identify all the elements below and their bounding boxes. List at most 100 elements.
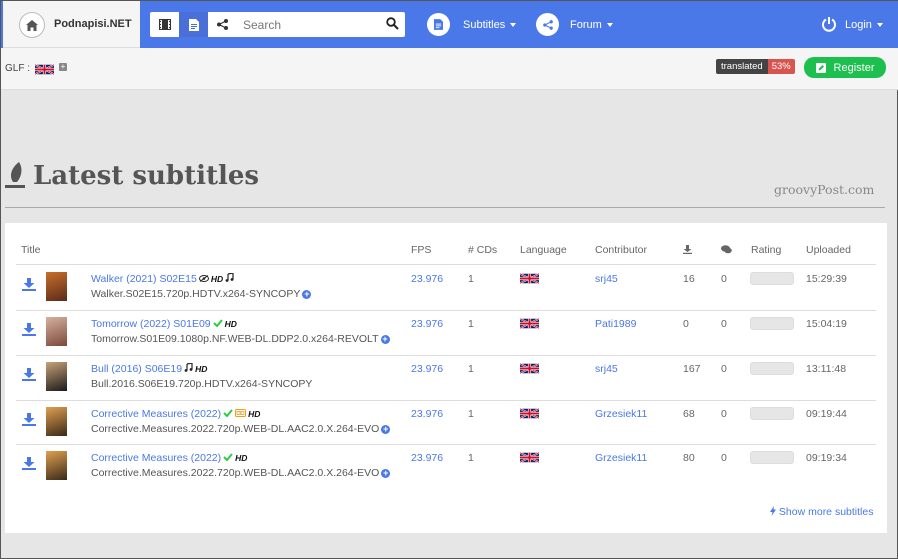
brand-name[interactable]: Podnapisi.NET (54, 18, 132, 30)
closed-captions-icon (235, 408, 247, 420)
download-icon[interactable] (22, 413, 36, 431)
poster-thumbnail[interactable] (46, 451, 67, 480)
column-downloads[interactable] (683, 245, 692, 257)
subtitle-title-link[interactable]: Bull (2016) S06E19 (91, 363, 182, 375)
uploaded-time: 09:19:34 (806, 452, 847, 464)
fps-value[interactable]: 23.976 (411, 273, 443, 285)
uploaded-time: 15:29:39 (806, 273, 847, 285)
comments-count: 0 (721, 408, 727, 420)
add-language-icon[interactable]: + (59, 63, 67, 71)
hd-icon: HD (248, 409, 261, 420)
glf-label: GLF : (5, 63, 31, 74)
column-rating[interactable]: Rating (751, 244, 781, 256)
cds-value: 1 (468, 318, 474, 330)
chevron-down-icon (606, 23, 613, 28)
check-icon (212, 318, 223, 330)
row-divider (16, 400, 876, 401)
login-menu[interactable]: Login (845, 19, 883, 31)
uk-flag-icon[interactable] (519, 407, 540, 422)
uploaded-time: 09:19:44 (806, 408, 847, 420)
forum-menu[interactable]: Forum (570, 19, 613, 31)
search-input[interactable] (243, 13, 403, 36)
uk-flag-icon[interactable] (519, 362, 540, 377)
rating-bar[interactable] (750, 451, 794, 464)
uk-flag-icon[interactable] (519, 272, 540, 287)
expand-icon[interactable]: + (380, 334, 390, 344)
fps-value[interactable]: 23.976 (411, 408, 443, 420)
show-more-link[interactable]: Show more subtitles (770, 506, 873, 518)
search-icon[interactable] (386, 17, 399, 35)
navbar: Podnapisi.NET Subtitles Forum Login (1, 1, 898, 48)
subtitle-title-link[interactable]: Tomorrow (2022) S01E09 (91, 318, 211, 330)
contributor-link[interactable]: Pati1989 (595, 318, 636, 330)
download-icon[interactable] (22, 323, 36, 341)
home-icon[interactable] (19, 12, 45, 38)
brand[interactable]: Podnapisi.NET (3, 1, 140, 48)
rating-bar[interactable] (750, 272, 794, 285)
column-cds[interactable]: # CDs (468, 244, 497, 256)
subtitle-title-link[interactable]: Walker (2021) S02E15 (91, 273, 197, 285)
cds-value: 1 (468, 363, 474, 375)
register-button[interactable]: Register (804, 57, 886, 78)
uk-flag-icon[interactable] (519, 317, 540, 332)
translated-label: translated (716, 59, 768, 74)
row-divider (16, 355, 876, 356)
search-group (150, 12, 405, 37)
row-divider (16, 310, 876, 311)
downloads-count: 167 (683, 363, 701, 375)
rating-bar[interactable] (750, 407, 794, 420)
check-icon (223, 452, 233, 464)
forum-menu-icon[interactable] (536, 13, 559, 36)
share-filter-button[interactable] (208, 12, 237, 37)
column-language[interactable]: Language (520, 244, 567, 256)
column-fps[interactable]: FPS (411, 244, 431, 256)
fps-value[interactable]: 23.976 (411, 318, 443, 330)
expand-icon[interactable]: + (381, 468, 391, 478)
movie-filter-button[interactable] (150, 12, 179, 37)
poster-thumbnail[interactable] (46, 317, 67, 346)
subtitle-title-link[interactable]: Corrective Measures (2022) (91, 452, 221, 464)
column-comments[interactable] (721, 245, 732, 257)
expand-icon[interactable]: + (302, 289, 312, 299)
download-icon[interactable] (22, 457, 36, 475)
column-uploaded[interactable]: Uploaded (806, 244, 851, 256)
login-menu-label: Login (845, 19, 872, 31)
downloads-count: 0 (683, 318, 689, 330)
page-title: Latest subtitles (33, 161, 260, 191)
chevron-down-icon (876, 23, 883, 28)
uk-flag-icon[interactable] (34, 62, 55, 80)
rating-bar[interactable] (750, 317, 794, 330)
contributor-link[interactable]: Grzesiek11 (595, 452, 647, 464)
release-name: Bull.2016.S06E19.720p.HDTV.x264-SYNCOPY (91, 378, 313, 390)
contributor-link[interactable]: Grzesiek11 (595, 408, 647, 420)
download-icon[interactable] (22, 368, 36, 386)
download-icon (683, 245, 692, 254)
poster-thumbnail[interactable] (46, 272, 67, 301)
rating-bar[interactable] (750, 362, 794, 375)
release-name: Corrective.Measures.2022.720p.WEB-DL.AAC… (91, 423, 380, 435)
expand-icon[interactable]: + (381, 424, 391, 434)
fps-value[interactable]: 23.976 (411, 452, 443, 464)
translated-percent: 53% (767, 59, 795, 74)
check-icon (223, 408, 233, 420)
download-icon[interactable] (22, 278, 36, 296)
contributor-link[interactable]: srj45 (595, 273, 618, 285)
uk-flag-icon[interactable] (519, 451, 540, 466)
subtitle-filter-button[interactable] (179, 12, 208, 37)
music-icon (184, 362, 193, 375)
fps-value[interactable]: 23.976 (411, 363, 443, 375)
cds-value: 1 (468, 273, 474, 285)
subtitles-menu[interactable]: Subtitles (463, 19, 517, 31)
music-icon (225, 272, 234, 285)
poster-thumbnail[interactable] (46, 407, 67, 436)
cds-value: 1 (468, 452, 474, 464)
release-name: Tomorrow.S01E09.1080p.NF.WEB-DL.DDP2.0.x… (91, 333, 379, 345)
column-contributor[interactable]: Contributor (595, 244, 647, 256)
register-label: Register (833, 61, 875, 74)
subtitles-menu-icon[interactable] (427, 13, 450, 36)
column-title[interactable]: Title (21, 244, 40, 256)
contributor-link[interactable]: srj45 (595, 363, 618, 375)
poster-thumbnail[interactable] (46, 362, 67, 391)
subtitle-title-link[interactable]: Corrective Measures (2022) (91, 408, 221, 420)
power-icon[interactable] (821, 16, 837, 37)
